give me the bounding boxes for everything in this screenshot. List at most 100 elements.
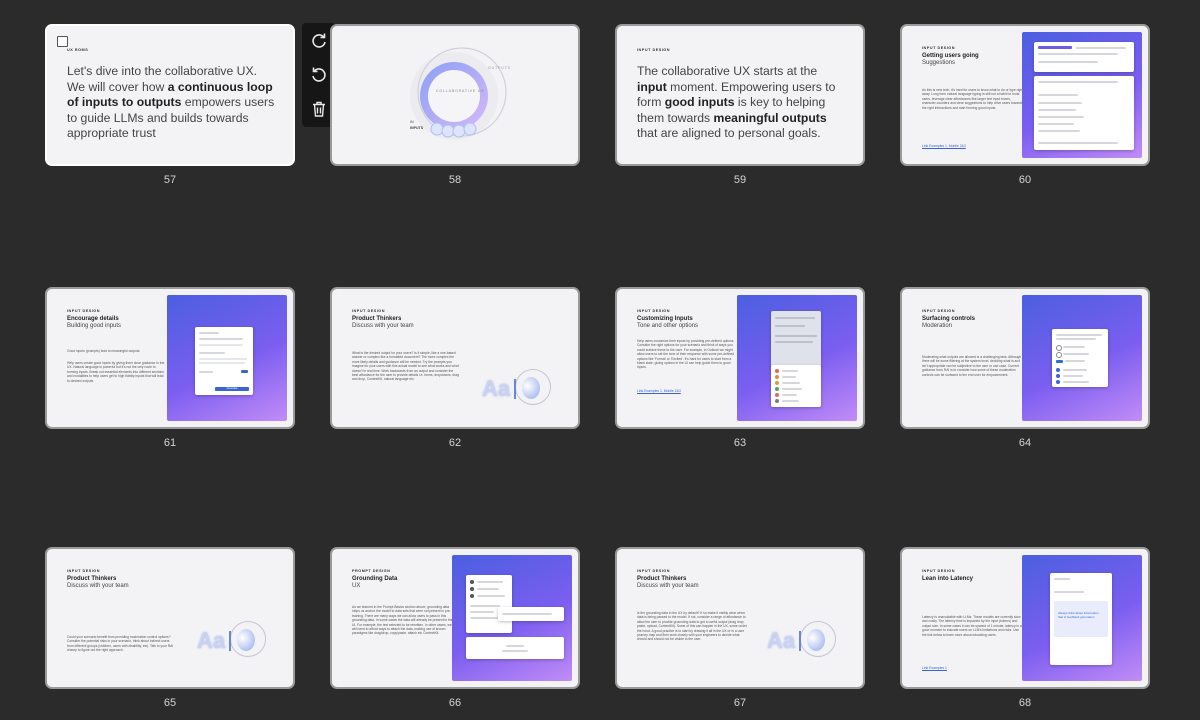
slide-subtitle: Suggestions: [922, 60, 956, 66]
cursor-bar: [514, 379, 516, 399]
slide-link[interactable]: Link Examples 1, Mobile 2&3: [922, 144, 966, 148]
in-label: IN: [410, 120, 414, 124]
slide-number: 61: [163, 437, 177, 449]
slide-subtitle: UX: [352, 583, 361, 589]
slide-title: Product Thinkers: [67, 576, 117, 582]
orb-graphic: [522, 377, 540, 399]
slide-thumbnail[interactable]: COLLABORATIVE UX OUTPUTS IN INPUTS: [330, 24, 580, 166]
gradient-panel: Always think about information that to f…: [1022, 555, 1142, 681]
generate-button[interactable]: Generate: [215, 387, 249, 391]
slide-number: 68: [1018, 697, 1032, 709]
slide-thumbnail[interactable]: INPUT DESIGN Surfacing controls Moderati…: [900, 287, 1150, 429]
slide-text: The collaborative UX starts at the input…: [637, 64, 836, 140]
outputs-label: OUTPUTS: [488, 66, 511, 70]
slide-body: Is the grounding data in the UX by defau…: [637, 611, 747, 642]
slide-thumbnail[interactable]: UX ROMS Let's dive into the collaborativ…: [45, 24, 295, 166]
slide-number: 66: [448, 697, 462, 709]
slide-title: Lean into Latency: [922, 576, 974, 582]
slide-number: 58: [448, 174, 462, 186]
mock-email: [771, 311, 821, 367]
gradient-panel: [1022, 32, 1142, 158]
slide-body: Could your scenario benefit from providi…: [67, 635, 174, 653]
mock-context-menu: [466, 575, 512, 633]
gradient-panel: [1022, 295, 1142, 421]
mock-input: [498, 607, 564, 621]
slide-thumbnail[interactable]: INPUT DESIGN The collaborative UX starts…: [615, 24, 865, 166]
slide-link[interactable]: Link Examples 1: [922, 666, 947, 670]
cursor-bar: [799, 631, 801, 651]
slide-body: Latency is unavoidable with LLMs. These …: [922, 615, 1022, 637]
orbit-label: COLLABORATIVE UX: [436, 89, 485, 93]
orb-graphic: [807, 629, 825, 651]
slide-title: Getting users going: [922, 53, 979, 59]
slide-title: Encourage details: [67, 316, 119, 322]
slide-link[interactable]: Link Examples 1, Mobile 2&3: [637, 389, 681, 393]
tone-menu: [771, 365, 821, 407]
cursor-bar: [229, 631, 231, 651]
slide-number: 65: [163, 697, 177, 709]
slide-number: 57: [163, 174, 177, 186]
slide-subtitle: Discuss with your team: [67, 583, 129, 589]
slide-thumbnail[interactable]: INPUT DESIGN Customizing Inputs Tone and…: [615, 287, 865, 429]
slide-subtitle: Discuss with your team: [352, 323, 414, 329]
slide-tag: INPUT DESIGN: [637, 48, 671, 52]
mock-form: Generate: [195, 327, 253, 395]
slide-title: Product Thinkers: [352, 316, 402, 322]
slide-body: As this is new tech, it's hard for users…: [922, 88, 1024, 110]
slide-title: Product Thinkers: [637, 576, 687, 582]
trash-icon[interactable]: [309, 99, 329, 119]
slide-tag: INPUT DESIGN: [352, 309, 386, 313]
slide-subtitle: Building good inputs: [67, 323, 122, 329]
info-card-text: Always think about information that to f…: [1058, 611, 1099, 619]
aa-graphic: Aa: [197, 628, 226, 653]
slide-tag: INPUT DESIGN: [67, 569, 101, 573]
inputs-label: INPUTS: [410, 126, 424, 130]
select-checkbox[interactable]: [57, 36, 68, 47]
mock-controls: [1052, 329, 1108, 387]
slide-tag: INPUT DESIGN: [67, 309, 101, 313]
slide-title: Customizing Inputs: [637, 316, 693, 322]
slide-number: 64: [1018, 437, 1032, 449]
slide-thumbnail[interactable]: INPUT DESIGN Product Thinkers Discuss wi…: [615, 547, 865, 689]
aa-graphic: Aa: [482, 376, 511, 401]
undo-icon[interactable]: [309, 65, 329, 85]
slide-body: Help users create good inputs by giving …: [67, 361, 165, 383]
slide-number: 63: [733, 437, 747, 449]
slide-subtitle: Tone and other options: [637, 323, 699, 329]
slide-tag: PROMPT DESIGN: [352, 569, 391, 573]
slide-title: Grounding Data: [352, 576, 398, 582]
slide-tag: INPUT DESIGN: [922, 309, 956, 313]
slide-thumbnail[interactable]: INPUT DESIGN Product Thinkers Discuss wi…: [45, 547, 295, 689]
slide-subtitle: Discuss with your team: [637, 583, 699, 589]
gradient-panel: [737, 295, 857, 421]
slide-number: 62: [448, 437, 462, 449]
mock-card: [1034, 42, 1134, 72]
mock-upload: [466, 637, 564, 659]
slide-thumbnail[interactable]: INPUT DESIGN Product Thinkers Discuss wi…: [330, 287, 580, 429]
slide-tag: INPUT DESIGN: [922, 569, 956, 573]
info-card: Always think about information that to f…: [1054, 601, 1108, 637]
slide-body: What is the desired output for your user…: [352, 351, 459, 382]
slide-thumbnail[interactable]: INPUT DESIGN Lean into Latency Latency i…: [900, 547, 1150, 689]
slide-tag: INPUT DESIGN: [922, 46, 956, 50]
slide-body: Help users customize their inputs by pro…: [637, 339, 735, 370]
aa-graphic: Aa: [767, 628, 796, 653]
slide-number: 60: [1018, 174, 1032, 186]
slide-thumbnail[interactable]: INPUT DESIGN Getting users going Suggest…: [900, 24, 1150, 166]
mock-panel: Always think about information that to f…: [1050, 573, 1112, 665]
slide-body: Moderating what outputs are allowed is a…: [922, 355, 1022, 377]
slide-title: Surfacing controls: [922, 316, 976, 322]
gradient-panel: Generate: [167, 295, 287, 421]
slide-number: 59: [733, 174, 747, 186]
slide-thumbnail[interactable]: INPUT DESIGN Encourage details Building …: [45, 287, 295, 429]
collaborative-loop-diagram: [410, 47, 507, 140]
slide-tag: INPUT DESIGN: [637, 569, 671, 573]
orb-graphic: [237, 629, 255, 651]
slide-body: Good inputs (prompts) lead to meaningful…: [67, 349, 141, 353]
mock-card: [1034, 76, 1134, 150]
slide-thumbnail[interactable]: PROMPT DESIGN Grounding Data UX As we le…: [330, 547, 580, 689]
slide-number: 67: [733, 697, 747, 709]
slide-tag: UX ROMS: [67, 48, 89, 52]
slide-text: Let's dive into the collaborative UX. We…: [67, 64, 275, 140]
redo-icon[interactable]: [309, 31, 329, 51]
